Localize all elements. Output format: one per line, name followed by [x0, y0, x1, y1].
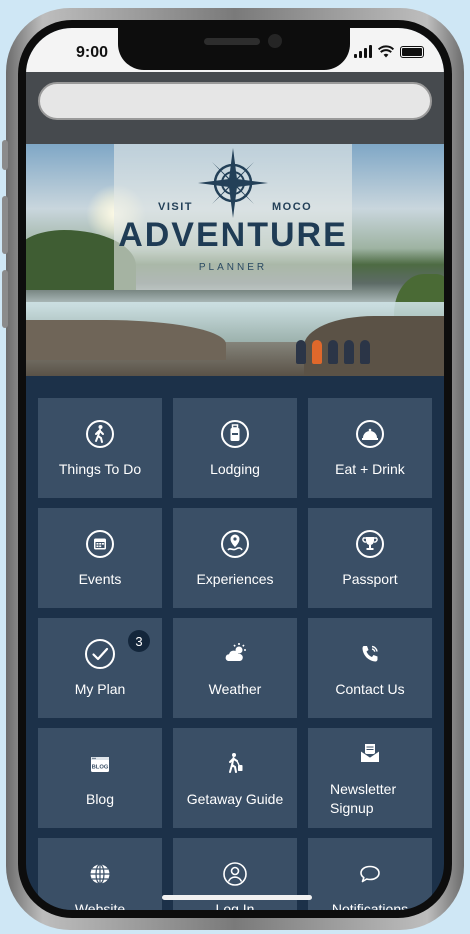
hikers-image — [296, 340, 370, 364]
cloche-icon — [354, 418, 386, 450]
checkmark-icon — [84, 638, 116, 670]
tile-weather[interactable]: Weather — [173, 618, 297, 718]
battery-icon — [400, 46, 424, 58]
tile-getaway-guide[interactable]: Getaway Guide — [173, 728, 297, 828]
tile-label: Experiences — [196, 570, 274, 587]
volume-up-button — [2, 196, 8, 254]
tile-passport[interactable]: Passport — [308, 508, 432, 608]
tile-label: Log In — [215, 900, 255, 911]
status-bar: 9:00 — [26, 28, 444, 72]
tile-label: Getaway Guide — [186, 790, 284, 807]
logo-title: ADVENTURE — [118, 216, 348, 254]
tile-label: Notifications — [331, 900, 409, 911]
envelope-icon — [354, 738, 386, 770]
tile-label: Things To Do — [58, 460, 142, 477]
blog-icon: BLOG — [84, 748, 116, 780]
logo-moco: MOCO — [272, 201, 313, 213]
tile-label: Contact Us — [335, 680, 405, 697]
tile-notifications[interactable]: Notifications — [308, 838, 432, 910]
menu-grid: Things To Do Lodging Eat + Drink Events … — [38, 398, 432, 910]
trophy-icon — [354, 528, 386, 560]
browser-toolbar — [26, 72, 444, 144]
walking-person-icon — [84, 418, 116, 450]
tile-events[interactable]: Events — [38, 508, 162, 608]
tile-label: Website — [74, 900, 126, 911]
tile-website[interactable]: Website — [38, 838, 162, 910]
tile-label: Events — [78, 570, 122, 587]
front-camera — [268, 34, 282, 48]
plan-count-badge: 3 — [128, 630, 150, 652]
tile-lodging[interactable]: Lodging — [173, 398, 297, 498]
tile-my-plan[interactable]: 3 My Plan — [38, 618, 162, 718]
tile-label: Eat + Drink — [335, 460, 405, 477]
tile-newsletter-signup[interactable]: Newsletter Signup — [308, 728, 432, 828]
mute-switch — [2, 140, 8, 170]
phone-bezel: 9:00 VISIT MOCO ADVENTURE PLANNER Things… — [18, 20, 452, 918]
signal-icon — [354, 45, 372, 58]
phone-icon — [354, 638, 386, 670]
tile-contact-us[interactable]: Contact Us — [308, 618, 432, 718]
address-bar[interactable] — [38, 82, 432, 120]
tile-label: Weather — [208, 680, 262, 697]
chat-bubble-icon — [354, 858, 386, 890]
tile-eat-drink[interactable]: Eat + Drink — [308, 398, 432, 498]
tile-label: My Plan — [74, 680, 126, 697]
hero-banner: VISIT MOCO ADVENTURE PLANNER — [26, 144, 444, 376]
user-icon — [219, 858, 251, 890]
traveler-icon — [219, 748, 251, 780]
status-icons — [354, 44, 424, 58]
tile-label: Newsletter Signup — [330, 781, 397, 816]
phone-frame: 9:00 VISIT MOCO ADVENTURE PLANNER Things… — [2, 8, 464, 930]
logo-visit: VISIT — [158, 201, 194, 213]
volume-down-button — [2, 270, 8, 328]
compass-icon — [198, 148, 268, 218]
tile-things-to-do[interactable]: Things To Do — [38, 398, 162, 498]
adventure-planner-logo: VISIT MOCO ADVENTURE PLANNER — [114, 144, 352, 290]
svg-text:BLOG: BLOG — [92, 764, 109, 770]
globe-icon — [84, 858, 116, 890]
map-pin-icon — [219, 528, 251, 560]
tile-experiences[interactable]: Experiences — [173, 508, 297, 608]
tile-label: Lodging — [210, 460, 260, 477]
status-time: 9:00 — [76, 44, 109, 61]
phone-screen: 9:00 VISIT MOCO ADVENTURE PLANNER Things… — [26, 28, 444, 910]
luggage-icon — [219, 418, 251, 450]
tile-label: Blog — [85, 790, 115, 807]
tile-label: Passport — [342, 570, 398, 587]
tile-blog[interactable]: BLOG Blog — [38, 728, 162, 828]
home-indicator[interactable] — [162, 895, 312, 900]
sun-cloud-icon — [219, 638, 251, 670]
notch — [118, 28, 350, 70]
speaker — [204, 38, 260, 45]
wifi-icon — [378, 45, 394, 58]
calendar-icon — [84, 528, 116, 560]
logo-subtitle: PLANNER — [198, 262, 268, 273]
